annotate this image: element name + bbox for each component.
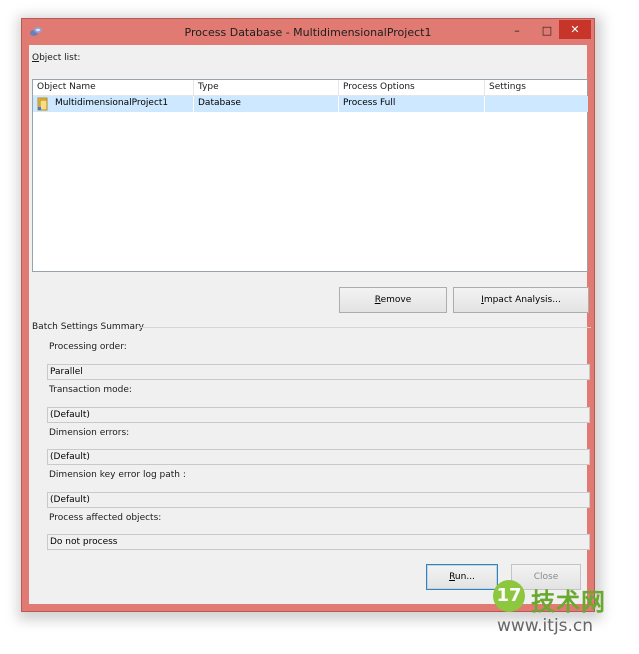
key-error-log-field: (Default) [47, 492, 590, 508]
maximize-button[interactable]: □ [536, 23, 558, 39]
minimize-button[interactable]: – [506, 23, 528, 39]
object-list[interactable]: Object Name Type Process Options Setting… [32, 79, 588, 272]
object-list-label: Object list: [32, 53, 81, 63]
row-type: Database [198, 98, 241, 108]
column-header-object-name[interactable]: Object Name [37, 82, 96, 92]
column-separator[interactable] [193, 80, 194, 95]
object-list-header: Object Name Type Process Options Setting… [33, 80, 587, 96]
batch-settings-title: Batch Settings Summary [32, 322, 144, 332]
run-button[interactable]: Run... [426, 564, 498, 590]
transaction-mode-label: Transaction mode: [49, 385, 132, 395]
processing-order-field: Parallel [47, 364, 590, 380]
affected-objects-field: Do not process [47, 534, 590, 550]
key-error-log-label: Dimension key error log path : [49, 470, 186, 480]
watermark: 17 技术网 www.itjs.cn [493, 580, 635, 644]
dialog-client-area: Object list: Object Name Type Process Op… [29, 45, 591, 604]
column-header-process-options[interactable]: Process Options [343, 82, 415, 92]
group-divider [139, 327, 591, 328]
process-database-dialog: Process Database - MultidimensionalProje… [21, 18, 595, 612]
row-process-options[interactable]: Process Full [343, 98, 395, 108]
column-separator[interactable] [484, 80, 485, 95]
dimension-errors-field: (Default) [47, 449, 590, 465]
affected-objects-label: Process affected objects: [49, 513, 162, 523]
transaction-mode-field: (Default) [47, 407, 590, 423]
title-bar[interactable]: Process Database - MultidimensionalProje… [22, 19, 594, 45]
watermark-url: www.itjs.cn [497, 616, 594, 636]
database-icon [37, 97, 48, 111]
cell-separator [338, 96, 339, 112]
close-window-button[interactable]: ✕ [559, 20, 591, 39]
watermark-name: 技术网 [531, 588, 606, 616]
impact-analysis-button[interactable]: Impact Analysis... [453, 287, 589, 313]
row-object-name: MultidimensionalProject1 [55, 98, 169, 108]
remove-button[interactable]: Remove [339, 287, 447, 313]
cell-separator [193, 96, 194, 112]
column-header-settings[interactable]: Settings [489, 82, 526, 92]
list-row[interactable]: MultidimensionalProject1 Database Proces… [33, 96, 588, 112]
dimension-errors-label: Dimension errors: [49, 428, 130, 438]
processing-order-label: Processing order: [49, 342, 127, 352]
cell-separator [484, 96, 485, 112]
column-header-type[interactable]: Type [198, 82, 219, 92]
column-separator[interactable] [338, 80, 339, 95]
watermark-logo: 17 [493, 580, 525, 612]
